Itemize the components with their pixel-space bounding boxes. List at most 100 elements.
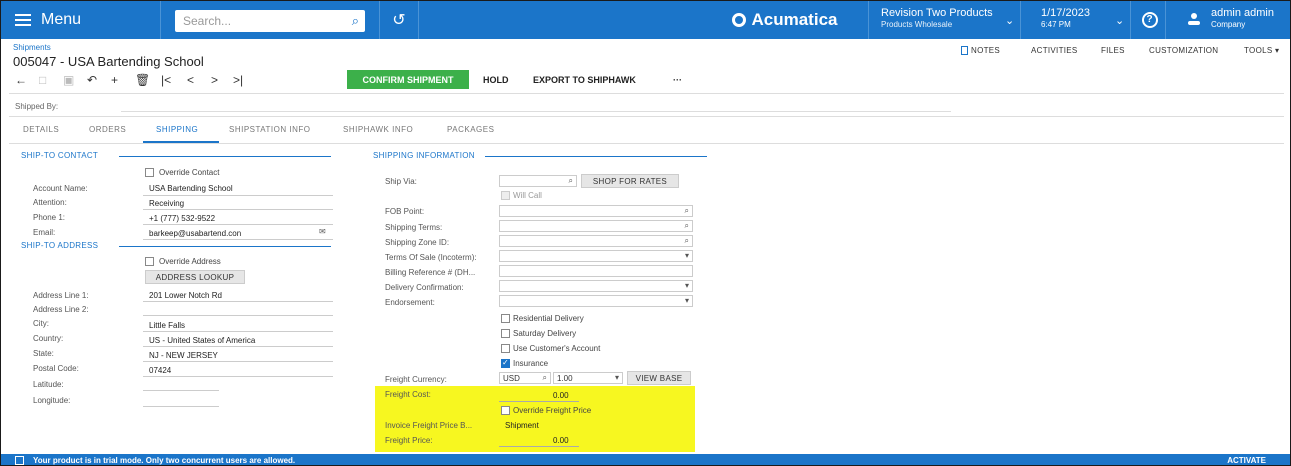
back-arrow-icon[interactable]: ← (15, 73, 27, 87)
menu-button[interactable]: Menu (1, 1, 161, 39)
longitude-field[interactable] (143, 406, 219, 407)
confirm-shipment-button[interactable]: CONFIRM SHIPMENT (347, 70, 469, 89)
will-call-label: Will Call (513, 191, 542, 200)
billing-reference-field[interactable] (499, 265, 693, 277)
hold-button[interactable]: HOLD (483, 75, 509, 85)
history-icon[interactable]: ↺ (379, 1, 419, 39)
brand-logo[interactable]: Acumatica (701, 1, 869, 39)
state-field[interactable]: NJ - NEW JERSEY (149, 351, 218, 360)
freight-cost-label: Freight Cost: (385, 390, 431, 399)
shipping-zone-field[interactable]: ⌕ (499, 235, 693, 247)
incoterm-select[interactable]: ▾ (499, 250, 693, 262)
endorsement-select[interactable]: ▾ (499, 295, 693, 307)
use-customer-account-checkbox[interactable] (501, 344, 510, 353)
country-field[interactable]: US - United States of America (149, 336, 255, 345)
state-label: State: (33, 349, 54, 358)
chevron-down-icon[interactable]: ⌄ (1005, 15, 1014, 27)
company-selector[interactable]: Revision Two Products Products Wholesale… (871, 1, 1021, 39)
save-icon[interactable]: ▣ (63, 73, 74, 87)
currency-field[interactable]: USD ⌕ (499, 372, 551, 384)
user-name: admin admin (1211, 7, 1274, 19)
more-actions-button[interactable]: ··· (673, 75, 682, 85)
tab-orders[interactable]: ORDERS (89, 125, 126, 134)
delete-icon[interactable]: 🗑︎ (135, 73, 150, 87)
next-record-icon[interactable]: > (211, 73, 218, 87)
account-name-field[interactable]: USA Bartending School (149, 184, 233, 193)
search-icon[interactable]: ⌕ (685, 221, 689, 231)
city-field[interactable]: Little Falls (149, 321, 185, 330)
activate-button[interactable]: ACTIVATE (1227, 456, 1266, 465)
postal-code-field[interactable]: 07424 (149, 366, 171, 375)
chevron-down-icon[interactable]: ▾ (685, 251, 689, 260)
search-icon[interactable]: ⌕ (685, 236, 689, 246)
phone-field[interactable]: +1 (777) 532-9522 (149, 214, 215, 223)
address-lookup-button[interactable]: ADDRESS LOOKUP (145, 270, 245, 284)
tab-shipping[interactable]: SHIPPING (156, 125, 198, 134)
will-call-checkbox[interactable] (501, 191, 510, 200)
tab-shiphawk-info[interactable]: SHIPHAWK INFO (343, 125, 413, 134)
tab-packages[interactable]: PACKAGES (447, 125, 494, 134)
divider (9, 93, 1284, 94)
search-icon[interactable]: ⌕ (543, 373, 547, 383)
first-record-icon[interactable]: |< (161, 73, 171, 87)
user-icon (1188, 13, 1200, 25)
activities-link[interactable]: ACTIVITIES (1031, 46, 1078, 55)
latitude-field[interactable] (143, 390, 219, 391)
ship-via-field[interactable]: ⌕ (499, 175, 577, 187)
tab-shipstation-info[interactable]: SHIPSTATION INFO (229, 125, 310, 134)
user-menu[interactable]: admin admin Company (1171, 1, 1290, 39)
invoice-freight-field[interactable]: Shipment (505, 421, 539, 430)
app-window: Menu Search... ⌕ ↺ Acumatica Revision Tw… (0, 0, 1291, 466)
export-shiphawk-button[interactable]: EXPORT TO SHIPHAWK (533, 75, 636, 85)
shipping-terms-field[interactable]: ⌕ (499, 220, 693, 232)
email-field[interactable]: barkeep@usabartend.con (149, 229, 241, 238)
date-selector[interactable]: 1/17/2023 6:47 PM ⌄ (1031, 1, 1131, 39)
insurance-checkbox[interactable] (501, 358, 510, 368)
previous-record-icon[interactable]: < (187, 73, 194, 87)
currency-rate-select[interactable]: 1.00 ▾ (553, 372, 623, 384)
incoterm-label: Terms Of Sale (Incoterm): (385, 253, 477, 262)
residential-delivery-checkbox[interactable] (501, 314, 510, 323)
shop-for-rates-button[interactable]: SHOP FOR RATES (581, 174, 679, 188)
help-button[interactable]: ? (1134, 1, 1166, 39)
search-icon[interactable]: ⌕ (352, 13, 359, 29)
search-input[interactable]: Search... ⌕ (175, 10, 365, 32)
tools-link[interactable]: TOOLS ▾ (1244, 46, 1279, 55)
freight-cost-field[interactable]: 0.00 (553, 391, 569, 400)
attention-field[interactable]: Receiving (149, 199, 184, 208)
override-contact-checkbox[interactable] (145, 168, 154, 177)
trial-notification-bar: Your product is in trial mode. Only two … (1, 454, 1290, 465)
chevron-down-icon[interactable]: ▾ (615, 373, 619, 382)
customization-link[interactable]: CUSTOMIZATION (1149, 46, 1218, 55)
override-address-checkbox[interactable] (145, 257, 154, 266)
files-link[interactable]: FILES (1101, 46, 1125, 55)
last-record-icon[interactable]: >| (233, 73, 243, 87)
chevron-down-icon[interactable]: ⌄ (1115, 15, 1124, 27)
save-close-icon[interactable]: □ (39, 73, 46, 87)
undo-icon[interactable]: ↶ (87, 73, 97, 87)
saturday-delivery-checkbox[interactable] (501, 329, 510, 338)
shipped-by-field[interactable] (121, 111, 951, 112)
delivery-confirmation-select[interactable]: ▾ (499, 280, 693, 292)
freight-price-field[interactable]: 0.00 (553, 436, 569, 445)
breadcrumb[interactable]: Shipments (13, 43, 51, 52)
tab-details[interactable]: DETAILS (23, 125, 59, 134)
add-icon[interactable]: + (111, 73, 118, 87)
attention-label: Attention: (33, 198, 67, 207)
override-freight-price-checkbox[interactable] (501, 406, 510, 415)
freight-price-label: Freight Price: (385, 436, 433, 445)
address-line2-label: Address Line 2: (33, 305, 89, 314)
address-line1-field[interactable]: 201 Lower Notch Rd (149, 291, 222, 300)
shipping-information-title: SHIPPING INFORMATION (373, 151, 475, 160)
field-underline (143, 315, 333, 316)
chevron-down-icon[interactable]: ▾ (685, 296, 689, 305)
fob-point-field[interactable]: ⌕ (499, 205, 693, 217)
search-icon[interactable]: ⌕ (685, 206, 689, 216)
envelope-icon[interactable]: ✉ (319, 227, 326, 236)
search-icon[interactable]: ⌕ (569, 176, 573, 186)
field-underline (143, 224, 333, 225)
notes-link[interactable]: NOTES (961, 46, 1000, 56)
saturday-delivery-label: Saturday Delivery (513, 329, 577, 338)
view-base-button[interactable]: VIEW BASE (627, 371, 691, 385)
chevron-down-icon[interactable]: ▾ (685, 281, 689, 290)
